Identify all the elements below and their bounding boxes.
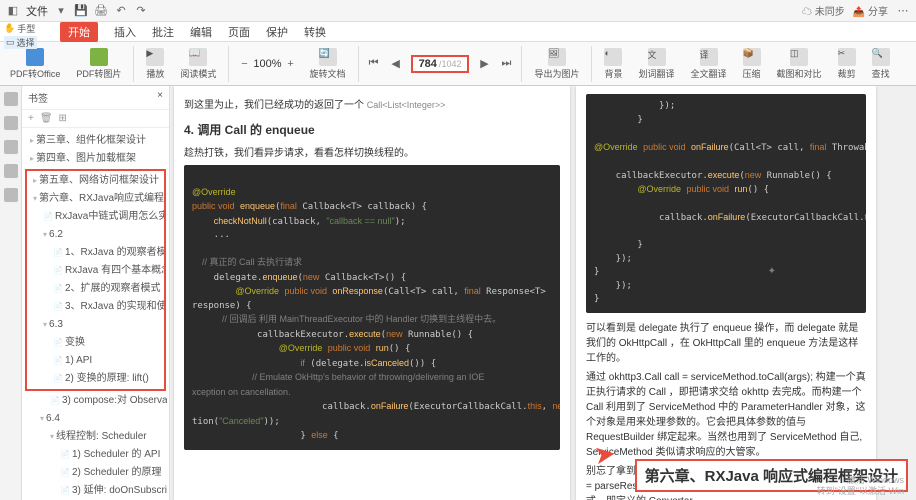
dropdown-icon[interactable]: ▾: [54, 4, 68, 18]
text: 趁热打铁，我们看异步请求，看看怎样切换线程的。: [184, 146, 560, 161]
bookmark-item[interactable]: 第三章、组件化框架设计: [24, 132, 167, 150]
tool-find[interactable]: 🔍查找: [868, 48, 894, 80]
side-rail: [0, 86, 22, 500]
bookmark-panel: 书签 × + 🗑 ⊞ 第三章、组件化框架设计第四章、图片加载框架第五章、网络访问…: [22, 86, 170, 500]
bm-expand-icon[interactable]: ⊞: [59, 113, 67, 124]
page-prev-icon[interactable]: ◀: [389, 57, 403, 71]
bookmark-item[interactable]: 第五章、网络访问框架设计: [27, 172, 164, 190]
heading: 4. 调用 Call 的 enqueue: [184, 121, 560, 138]
bookmark-item[interactable]: 2) Scheduler 的原理: [24, 464, 167, 482]
annotation-arrow: ➤: [592, 438, 618, 472]
rail-more-icon[interactable]: [4, 188, 18, 202]
tab-insert[interactable]: 插入: [114, 24, 136, 40]
app-icon: ◧: [6, 4, 20, 18]
bookmark-item[interactable]: 1) API: [27, 352, 164, 370]
bookmark-item[interactable]: 6.2: [27, 226, 164, 244]
bookmark-item[interactable]: 第六章、RXJava响应式编程框架设计: [27, 190, 164, 208]
select-mode[interactable]: ▭选择: [4, 36, 37, 49]
bookmark-item[interactable]: 3) compose:对 Observable 整体的变换: [24, 392, 167, 410]
zoom-in-icon[interactable]: +: [284, 57, 298, 71]
text: 通过 okhttp3.Call call = serviceMethod.toC…: [586, 370, 866, 460]
zoom-value[interactable]: 100%: [253, 58, 281, 70]
tab-edit[interactable]: 编辑: [190, 24, 212, 40]
tool-play[interactable]: ▶播放: [142, 48, 168, 80]
redo-icon[interactable]: ↷: [134, 4, 148, 18]
page-next-icon[interactable]: ▶: [477, 57, 491, 71]
rail-thumb-icon[interactable]: [4, 116, 18, 130]
inline-code: Call<List<Integer>>: [367, 100, 446, 110]
save-icon[interactable]: 💾: [74, 4, 88, 18]
bookmark-item[interactable]: 2) 变换的原理: lift(): [27, 370, 164, 388]
tool-rotate[interactable]: 🔄旋转文档: [306, 48, 350, 80]
bm-del-icon[interactable]: 🗑: [40, 113, 53, 124]
text: 可以看到是 delegate 执行了 enqueue 操作，而 delegate…: [586, 321, 866, 366]
windows-activate-notice: 激活 Windows转到"设置"以激活 Win: [817, 475, 904, 498]
bookmark-item[interactable]: 第四章、图片加载框架: [24, 150, 167, 168]
bookmark-item[interactable]: 3、RxJava 的实现和使用: [27, 298, 164, 316]
bookmark-item[interactable]: 6.3: [27, 316, 164, 334]
page-left: 到这里为止，我们已经成功的返回了一个 Call<List<Integer>> 4…: [174, 86, 570, 500]
tool-compare[interactable]: ◫截图和对比: [773, 48, 826, 80]
tool-compress[interactable]: 📦压缩: [739, 48, 765, 80]
tool-export-img[interactable]: 🖼导出为图片: [530, 48, 583, 80]
toolbar: PDF转Office PDF转图片 ▶播放 📖阅读模式 − 100% + 🔄旋转…: [0, 42, 916, 86]
bookmark-item[interactable]: 变换: [27, 334, 164, 352]
undo-icon[interactable]: ↶: [114, 4, 128, 18]
bookmark-item[interactable]: 1、RxJava 的观察者模式解读: [27, 244, 164, 262]
tab-protect[interactable]: 保护: [266, 24, 288, 40]
hand-mode[interactable]: ✋手型: [4, 22, 37, 35]
ribbon-tabs: 开始 插入 批注 编辑 页面 保护 转换: [0, 22, 916, 42]
page-first-icon[interactable]: ⏮: [367, 57, 381, 71]
file-menu[interactable]: 文件: [26, 3, 48, 19]
page-last-icon[interactable]: ⏭: [499, 57, 513, 71]
bookmark-close[interactable]: ×: [157, 90, 163, 105]
text: 到这里为止，我们已经成功的返回了一个: [184, 100, 364, 111]
more-icon[interactable]: ⋯: [896, 4, 910, 18]
bookmark-item[interactable]: 1) Scheduler 的 API: [24, 446, 167, 464]
page-right: }); } @Override public void onFailure(Ca…: [576, 86, 876, 500]
share-button[interactable]: 📤 分享: [853, 3, 888, 18]
tool-crop[interactable]: ✂裁剪: [834, 48, 860, 80]
print-icon[interactable]: 🖨: [94, 4, 108, 18]
titlebar: ◧ 文件 ▾ 💾 🖨 ↶ ↷ ☁ 未同步 📤 分享 ⋯: [0, 0, 916, 22]
bookmark-item[interactable]: RxJava中链式调用怎么实现的?: [27, 208, 164, 226]
rail-comment-icon[interactable]: [4, 164, 18, 178]
bookmark-title: 书签: [28, 90, 48, 105]
tab-page[interactable]: 页面: [228, 24, 250, 40]
watermark: ✦: [768, 266, 776, 277]
tab-start[interactable]: 开始: [60, 22, 98, 42]
document-viewport[interactable]: 到这里为止，我们已经成功的返回了一个 Call<List<Integer>> 4…: [170, 86, 916, 500]
code-block: }); } @Override public void onFailure(Ca…: [586, 94, 866, 313]
bookmark-item[interactable]: 线程控制: Scheduler: [24, 428, 167, 446]
bookmark-item[interactable]: RxJava 有四个基本概念:: [27, 262, 164, 280]
bookmark-item[interactable]: 2、扩展的观察者模式: [27, 280, 164, 298]
tool-read[interactable]: 📖阅读模式: [176, 48, 220, 80]
bm-add-icon[interactable]: +: [28, 113, 34, 124]
tab-convert[interactable]: 转换: [304, 24, 326, 40]
tab-annotate[interactable]: 批注: [152, 24, 174, 40]
rail-attach-icon[interactable]: [4, 140, 18, 154]
tool-full-trans[interactable]: 译全文翻译: [687, 48, 731, 80]
tool-pdf-office[interactable]: PDF转Office: [6, 48, 64, 80]
zoom-out-icon[interactable]: −: [237, 57, 251, 71]
tool-word-trans[interactable]: 文划词翻译: [635, 48, 679, 80]
mode-switch: ✋手型 ▭选择: [4, 22, 37, 49]
tool-pdf-img[interactable]: PDF转图片: [72, 48, 125, 80]
bookmark-item[interactable]: 6.4: [24, 410, 167, 428]
bookmark-item[interactable]: 3) 延伸: doOnSubscribe(): [24, 482, 167, 500]
sync-status[interactable]: ☁ 未同步: [802, 3, 845, 18]
tool-bg[interactable]: ◐背景: [600, 48, 626, 80]
code-block: @Override public void enqueue(final Call…: [184, 165, 560, 450]
main-area: 书签 × + 🗑 ⊞ 第三章、组件化框架设计第四章、图片加载框架第五章、网络访问…: [0, 86, 916, 500]
bookmark-tree: 第三章、组件化框架设计第四章、图片加载框架第五章、网络访问框架设计第六章、RXJ…: [22, 128, 169, 500]
rail-bookmark-icon[interactable]: [4, 92, 18, 106]
page-input[interactable]: 784/1042: [411, 55, 470, 73]
